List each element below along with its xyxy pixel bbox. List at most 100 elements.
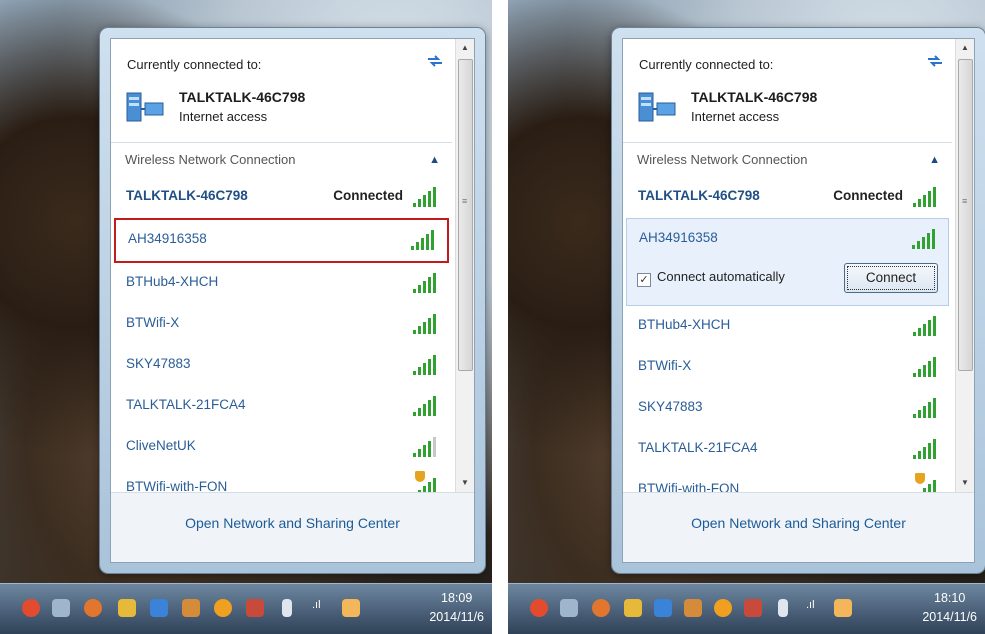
connect-button[interactable]: Connect	[844, 263, 938, 293]
app-icon[interactable]	[714, 599, 732, 617]
app-icon[interactable]	[834, 599, 852, 617]
wifi-signal-bars-icon	[913, 316, 937, 336]
scroll-down-arrow-icon[interactable]: ▼	[456, 474, 474, 492]
app-icon[interactable]	[150, 599, 168, 617]
system-clock[interactable]: 18:09 2014/11/6	[429, 589, 484, 627]
security-shield-icon	[415, 471, 425, 482]
network-connected-status: Connected	[833, 188, 903, 203]
wifi-signal-bars-icon	[413, 273, 437, 293]
network-list: Wireless Network Connection ▲ TALKTALK-4…	[623, 142, 952, 500]
app-icon[interactable]	[214, 599, 232, 617]
network-row[interactable]: TALKTALK-46C798 Connected	[626, 177, 949, 218]
network-flyout-body: Currently connected to: TALKTALK-46C798 …	[110, 38, 475, 563]
current-connection-label: Currently connected to:	[639, 57, 774, 72]
vertical-scrollbar[interactable]: ▲ ≡ ▼	[455, 39, 474, 492]
network-name: AH34916358	[639, 230, 718, 245]
battery-icon[interactable]	[778, 599, 788, 617]
wireless-section-header[interactable]: Wireless Network Connection ▲	[111, 143, 452, 177]
scroll-up-arrow-icon[interactable]: ▲	[956, 39, 974, 57]
scroll-down-arrow-icon[interactable]: ▼	[956, 474, 974, 492]
volume-muted-icon[interactable]	[744, 599, 762, 617]
network-name: TALKTALK-46C798	[638, 188, 760, 203]
scrollbar-thumb[interactable]: ≡	[458, 59, 473, 371]
chrome-icon[interactable]	[530, 599, 548, 617]
chevron-up-icon[interactable]: ▲	[929, 143, 940, 177]
wifi-signal-bars-icon	[413, 437, 437, 457]
network-flyout: Currently connected to: TALKTALK-46C798 …	[612, 28, 985, 573]
refresh-arrows-icon[interactable]	[426, 53, 444, 69]
app-icon[interactable]	[84, 599, 102, 617]
network-flyout: Currently connected to: TALKTALK-46C798 …	[100, 28, 485, 573]
network-row[interactable]: BTWifi-X	[626, 347, 949, 388]
clock-date: 2014/11/6	[922, 610, 977, 624]
network-name: TALKTALK-21FCA4	[126, 397, 246, 412]
volume-muted-icon[interactable]	[246, 599, 264, 617]
current-connection-section: Currently connected to: TALKTALK-46C798 …	[111, 39, 474, 141]
network-row[interactable]: BTWifi-X	[114, 304, 449, 345]
current-network-status: Internet access	[691, 109, 780, 124]
chrome-icon[interactable]	[22, 599, 40, 617]
network-row[interactable]: BTHub4-XHCH	[626, 306, 949, 347]
network-row[interactable]: SKY47883	[114, 345, 449, 386]
current-network-name: TALKTALK-46C798	[179, 89, 306, 105]
network-row[interactable]: CliveNetUK	[114, 427, 449, 468]
network-row[interactable]: TALKTALK-46C798 Connected	[114, 177, 449, 218]
open-network-sharing-center-link[interactable]: Open Network and Sharing Center	[111, 515, 474, 531]
clock-time: 18:09	[441, 591, 473, 605]
chevron-up-icon[interactable]: ▲	[429, 143, 440, 177]
refresh-arrows-icon[interactable]	[926, 53, 944, 69]
clock-date: 2014/11/6	[429, 610, 484, 624]
connect-automatically-checkbox[interactable]: ✓	[637, 273, 651, 287]
grip-icon: ≡	[462, 196, 468, 206]
wifi-signal-bars-icon	[411, 230, 435, 250]
wireless-section-header[interactable]: Wireless Network Connection ▲	[623, 143, 952, 177]
security-shield-icon	[915, 473, 925, 484]
wifi-signal-tray-icon[interactable]: .ıl	[312, 599, 330, 617]
app-icon[interactable]	[118, 599, 136, 617]
network-computer-icon	[638, 92, 676, 122]
taskbar: .ıl 18:09 2014/11/6	[0, 583, 492, 634]
wifi-signal-bars-icon	[413, 314, 437, 334]
wireless-section-title: Wireless Network Connection	[637, 152, 808, 167]
scroll-up-arrow-icon[interactable]: ▲	[456, 39, 474, 57]
app-icon[interactable]	[592, 599, 610, 617]
network-connected-status: Connected	[333, 188, 403, 203]
system-clock[interactable]: 18:10 2014/11/6	[922, 589, 977, 627]
network-name: BTHub4-XHCH	[126, 274, 219, 289]
app-icon[interactable]	[654, 599, 672, 617]
wifi-signal-bars-icon	[913, 187, 937, 207]
current-connection-section: Currently connected to: TALKTALK-46C798 …	[623, 39, 974, 141]
notification-bell-icon[interactable]	[560, 599, 578, 617]
screenshot-before: Currently connected to: TALKTALK-46C798 …	[0, 0, 492, 634]
network-row-highlighted[interactable]: AH34916358	[114, 218, 449, 263]
network-list: Wireless Network Connection ▲ TALKTALK-4…	[111, 142, 452, 498]
wireless-section-title: Wireless Network Connection	[125, 152, 296, 167]
connect-automatically-option[interactable]: ✓ Connect automatically	[637, 269, 785, 287]
network-row[interactable]: TALKTALK-21FCA4	[114, 386, 449, 427]
scrollbar-thumb[interactable]: ≡	[958, 59, 973, 371]
network-name: CliveNetUK	[126, 438, 196, 453]
current-network-name: TALKTALK-46C798	[691, 89, 818, 105]
app-icon[interactable]	[342, 599, 360, 617]
battery-icon[interactable]	[282, 599, 292, 617]
app-icon[interactable]	[182, 599, 200, 617]
connect-automatically-label: Connect automatically	[657, 269, 785, 284]
current-network-status: Internet access	[179, 109, 268, 124]
wifi-signal-tray-icon[interactable]: .ıl	[806, 599, 824, 617]
notification-bell-icon[interactable]	[52, 599, 70, 617]
app-icon[interactable]	[684, 599, 702, 617]
network-row[interactable]: SKY47883	[626, 388, 949, 429]
grip-icon: ≡	[962, 196, 968, 206]
network-computer-icon	[126, 92, 164, 122]
vertical-scrollbar[interactable]: ▲ ≡ ▼	[955, 39, 974, 492]
wifi-signal-bars-icon	[913, 398, 937, 418]
network-flyout-body: Currently connected to: TALKTALK-46C798 …	[622, 38, 975, 563]
network-row-expanded[interactable]: AH34916358 ✓ Connect automatically Connec…	[626, 218, 949, 306]
app-icon[interactable]	[624, 599, 642, 617]
network-row[interactable]: TALKTALK-21FCA4	[626, 429, 949, 470]
network-name: SKY47883	[638, 399, 703, 414]
network-name: AH34916358	[128, 231, 207, 246]
network-row[interactable]: BTHub4-XHCH	[114, 263, 449, 304]
network-name: TALKTALK-46C798	[126, 188, 248, 203]
open-network-sharing-center-link[interactable]: Open Network and Sharing Center	[623, 515, 974, 531]
